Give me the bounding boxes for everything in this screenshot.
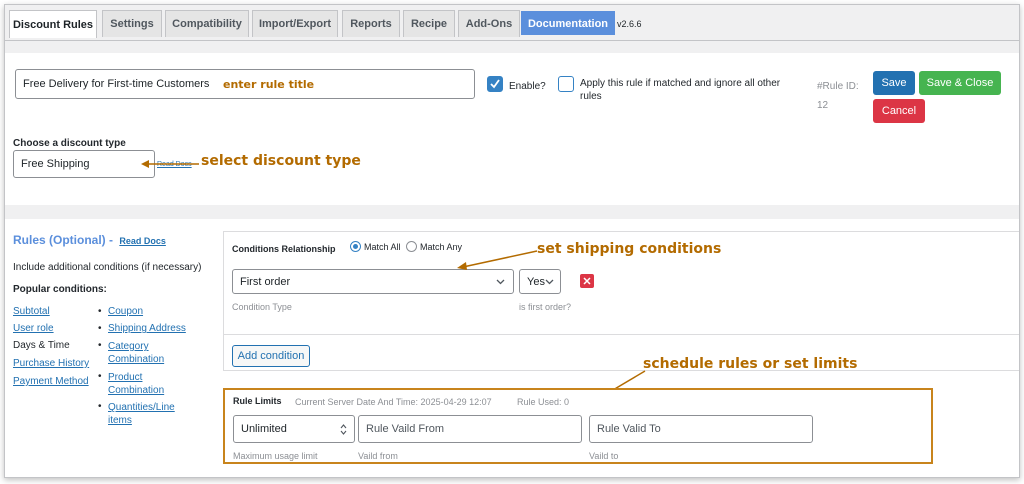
tab-reports[interactable]: Reports xyxy=(342,10,400,37)
annotation-rule-title: enter rule title xyxy=(223,78,315,91)
tab-import-export[interactable]: Import/Export xyxy=(252,10,338,37)
match-all-label: Match All xyxy=(364,242,401,252)
bullet-dot: • xyxy=(98,401,102,412)
condition-days-time: Days & Time xyxy=(13,340,70,351)
tab-bar: Discount Rules Settings Compatibility Im… xyxy=(5,5,1019,41)
bullet-dot: • xyxy=(98,323,102,334)
add-condition-button[interactable]: Add condition xyxy=(232,345,310,367)
annotation-shipping: set shipping conditions xyxy=(537,241,722,257)
usage-limit-value: Unlimited xyxy=(241,423,287,435)
stepper-icon xyxy=(340,424,347,435)
valid-from-input[interactable]: Rule Vaild From xyxy=(358,415,582,443)
first-order-select[interactable]: Yes xyxy=(519,269,561,294)
close-icon xyxy=(583,277,591,285)
condition-type-value: First order xyxy=(240,275,291,288)
rules-title: Rules (Optional) - Read Docs xyxy=(13,233,166,247)
valid-from-placeholder: Rule Vaild From xyxy=(366,423,445,435)
rule-id-label: #Rule ID: xyxy=(817,81,859,92)
divider xyxy=(224,334,1019,335)
discount-type-value: Free Shipping xyxy=(21,158,90,170)
condition-link-payment-method[interactable]: Payment Method xyxy=(13,376,89,387)
bullet-dot: • xyxy=(98,340,102,351)
tab-compatibility[interactable]: Compatibility xyxy=(165,10,249,37)
arrow-shipping-icon xyxy=(457,250,538,270)
tab-recipe[interactable]: Recipe xyxy=(403,10,455,37)
first-order-hint: is first order? xyxy=(519,302,572,312)
condition-type-hint: Condition Type xyxy=(232,302,292,312)
rule-used-label: Rule Used: 0 xyxy=(517,397,570,407)
rule-id-value: 12 xyxy=(817,100,829,111)
server-time-label: Current Server Date And Time: 2025-04-29… xyxy=(295,397,492,407)
valid-to-placeholder: Rule Valid To xyxy=(597,423,661,435)
rule-limits-box: Rule Limits Current Server Date And Time… xyxy=(223,388,933,464)
checkmark-icon xyxy=(490,79,500,89)
enable-label: Enable? xyxy=(509,81,546,92)
enable-checkbox[interactable] xyxy=(487,76,503,92)
first-order-value: Yes xyxy=(527,275,545,288)
rule-header-panel: Free Delivery for First-time Customers e… xyxy=(5,53,1019,205)
rule-limits-title: Rule Limits xyxy=(233,396,282,406)
match-all-radio[interactable] xyxy=(350,241,361,252)
tab-discount-rules[interactable]: Discount Rules xyxy=(9,10,97,38)
condition-link-category-combination[interactable]: Category Combination xyxy=(108,340,178,366)
plugin-frame: Discount Rules Settings Compatibility Im… xyxy=(4,4,1020,478)
annotation-discount-type: select discount type xyxy=(201,153,361,169)
discount-type-select[interactable]: Free Shipping xyxy=(13,150,155,178)
discount-type-heading: Choose a discount type xyxy=(13,138,126,149)
condition-link-quantities[interactable]: Quantities/Line items xyxy=(108,401,188,427)
rule-title-value: Free Delivery for First-time Customers xyxy=(23,78,210,90)
rules-subtitle: Include additional conditions (if necess… xyxy=(13,262,202,273)
version-label: v2.6.6 xyxy=(617,19,642,29)
tab-documentation[interactable]: Documentation xyxy=(521,11,615,35)
chevron-down-icon xyxy=(496,279,505,285)
match-any-label: Match Any xyxy=(420,242,463,252)
condition-link-user-role[interactable]: User role xyxy=(13,323,54,334)
valid-from-hint: Vaild from xyxy=(358,451,398,461)
condition-link-shipping-address[interactable]: Shipping Address xyxy=(108,323,186,334)
condition-link-coupon[interactable]: Coupon xyxy=(108,306,143,317)
remove-condition-button[interactable] xyxy=(580,274,594,288)
tab-add-ons[interactable]: Add-Ons xyxy=(458,10,520,37)
popular-conditions-label: Popular conditions: xyxy=(13,284,107,295)
save-button[interactable]: Save xyxy=(873,71,915,95)
condition-link-product-combination[interactable]: Product Combination xyxy=(108,371,178,397)
valid-to-hint: Vaild to xyxy=(589,451,619,461)
condition-link-purchase-history[interactable]: Purchase History xyxy=(13,358,89,369)
arrow-discount-icon xyxy=(141,160,199,168)
usage-limit-select[interactable]: Unlimited xyxy=(233,415,355,443)
condition-type-select[interactable]: First order xyxy=(232,269,514,294)
apply-checkbox[interactable] xyxy=(558,76,574,92)
condition-link-subtotal[interactable]: Subtotal xyxy=(13,306,50,317)
tab-settings[interactable]: Settings xyxy=(102,10,162,37)
rules-panel: Rules (Optional) - Read Docs Include add… xyxy=(5,219,1019,477)
valid-to-input[interactable]: Rule Valid To xyxy=(589,415,813,443)
rules-read-docs-link[interactable]: Read Docs xyxy=(119,236,166,246)
apply-label: Apply this rule if matched and ignore al… xyxy=(580,78,781,102)
bullet-dot: • xyxy=(98,371,102,382)
save-close-button[interactable]: Save & Close xyxy=(919,71,1001,95)
match-any-radio[interactable] xyxy=(406,241,417,252)
annotation-schedule: schedule rules or set limits xyxy=(643,356,858,372)
usage-limit-hint: Maximum usage limit xyxy=(233,451,318,461)
cancel-button[interactable]: Cancel xyxy=(873,99,925,123)
rules-title-text: Rules (Optional) - xyxy=(13,233,113,247)
chevron-down-icon xyxy=(545,279,554,285)
conditions-relationship-label: Conditions Relationship xyxy=(232,244,336,254)
bullet-dot: • xyxy=(98,306,102,317)
